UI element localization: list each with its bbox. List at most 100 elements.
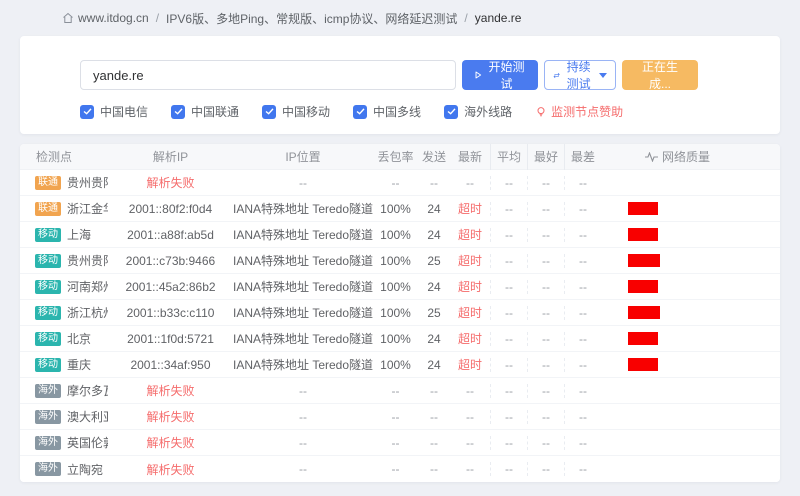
table-row: 移动 重庆 2001::34af:950 IANA特殊地址 Teredo隧道地址… xyxy=(20,352,780,378)
resolved-ip: 2001::a88f:ab5d xyxy=(108,228,233,242)
ip-location: IANA特殊地址 Teredo隧道地址 xyxy=(233,252,373,269)
best-latency: -- xyxy=(527,436,564,450)
ip-location: IANA特殊地址 Teredo隧道地址 xyxy=(233,278,373,295)
latest-latency: 超时 xyxy=(450,330,490,347)
table-row: 海外 澳大利亚悉尼 解析失败 -- -- -- -- -- -- -- xyxy=(20,404,780,430)
filter-china-multiline[interactable]: 中国多线 xyxy=(353,103,421,120)
carrier-badge: 联通 xyxy=(35,176,61,190)
header-latest: 最新 xyxy=(450,148,490,165)
node-cell: 海外 立陶宛 xyxy=(20,461,108,478)
filter-china-telecom[interactable]: 中国电信 xyxy=(80,103,148,120)
carrier-badge: 移动 xyxy=(35,280,61,294)
sent-count: -- xyxy=(418,410,450,424)
header-ip: 解析IP xyxy=(108,148,233,165)
node-city: 北京 xyxy=(67,330,91,347)
packet-loss: -- xyxy=(373,384,418,398)
check-icon xyxy=(171,105,185,119)
generating-label: 正在生成... xyxy=(634,58,686,92)
latest-latency: 超时 xyxy=(450,252,490,269)
node-city: 上海 xyxy=(67,226,91,243)
worst-latency: -- xyxy=(564,280,601,294)
node-city: 立陶宛 xyxy=(67,461,103,478)
node-city: 河南郑州 xyxy=(67,278,108,295)
table-body: 联通 贵州贵阳 解析失败 -- -- -- -- -- -- -- 联通 浙江金… xyxy=(20,170,780,482)
resolved-ip: 解析失败 xyxy=(108,382,233,399)
node-city: 英国伦敦 xyxy=(67,434,108,451)
packet-loss: 100% xyxy=(373,202,418,216)
line-filter-row: 中国电信 中国联通 中国移动 中国多线 xyxy=(80,103,720,120)
host-input[interactable] xyxy=(80,60,456,90)
quality-cell xyxy=(601,306,780,319)
node-city: 贵州贵阳 xyxy=(67,252,108,269)
latest-latency: -- xyxy=(450,462,490,476)
header-worst: 最差 xyxy=(564,144,601,170)
avg-latency: -- xyxy=(490,358,527,372)
ip-location: -- xyxy=(233,176,373,190)
node-cell: 移动 河南郑州 xyxy=(20,278,108,295)
worst-latency: -- xyxy=(564,254,601,268)
breadcrumb: www.itdog.cn / IPV6版、多地Ping、常规版、icmp协议、网… xyxy=(0,0,800,26)
ip-location: IANA特殊地址 Teredo隧道地址 xyxy=(233,356,373,373)
resolved-ip: 解析失败 xyxy=(108,408,233,425)
sent-count: 24 xyxy=(418,358,450,372)
node-cell: 移动 贵州贵阳 xyxy=(20,252,108,269)
ip-location: -- xyxy=(233,436,373,450)
worst-latency: -- xyxy=(564,436,601,450)
packet-loss: 100% xyxy=(373,280,418,294)
packet-loss: 100% xyxy=(373,358,418,372)
breadcrumb-path-link[interactable]: IPV6版、多地Ping、常规版、icmp协议、网络延迟测试 xyxy=(166,10,457,27)
table-header-row: 检测点 解析IP IP位置 丢包率 发送 最新 平均 最好 最差 网络质量 xyxy=(20,144,780,170)
table-row: 移动 上海 2001::a88f:ab5d IANA特殊地址 Teredo隧道地… xyxy=(20,222,780,248)
avg-latency: -- xyxy=(490,254,527,268)
best-latency: -- xyxy=(527,462,564,476)
ip-location: -- xyxy=(233,384,373,398)
latest-latency: 超时 xyxy=(450,200,490,217)
sent-count: -- xyxy=(418,462,450,476)
ip-location: IANA特殊地址 Teredo隧道地址 xyxy=(233,304,373,321)
breadcrumb-site-label: www.itdog.cn xyxy=(78,11,149,25)
breadcrumb-site-link[interactable]: www.itdog.cn xyxy=(62,11,149,25)
sponsor-node-link[interactable]: 监测节点赞助 xyxy=(535,103,623,120)
carrier-badge: 移动 xyxy=(35,306,61,320)
avg-latency: -- xyxy=(490,462,527,476)
avg-latency: -- xyxy=(490,436,527,450)
node-cell: 联通 贵州贵阳 xyxy=(20,174,108,191)
carrier-badge: 移动 xyxy=(35,332,61,346)
header-loss: 丢包率 xyxy=(373,148,418,165)
resolved-ip: 2001::c73b:9466 xyxy=(108,254,233,268)
sent-count: 25 xyxy=(418,306,450,320)
packet-loss: 100% xyxy=(373,306,418,320)
node-city: 浙江金华 xyxy=(67,200,108,217)
carrier-badge: 移动 xyxy=(35,254,61,268)
quality-cell xyxy=(601,332,780,345)
header-sent: 发送 xyxy=(418,148,450,165)
quality-bar xyxy=(628,202,658,215)
best-latency: -- xyxy=(527,228,564,242)
sent-count: 24 xyxy=(418,202,450,216)
filter-label: 海外线路 xyxy=(464,103,512,120)
avg-latency: -- xyxy=(490,280,527,294)
resolved-ip: 解析失败 xyxy=(108,434,233,451)
table-row: 联通 浙江金华 2001::80f2:f0d4 IANA特殊地址 Teredo隧… xyxy=(20,196,780,222)
filter-overseas[interactable]: 海外线路 xyxy=(444,103,512,120)
breadcrumb-separator: / xyxy=(464,11,467,25)
sent-count: 25 xyxy=(418,254,450,268)
node-cell: 移动 重庆 xyxy=(20,356,108,373)
worst-latency: -- xyxy=(564,462,601,476)
carrier-badge: 海外 xyxy=(35,384,61,398)
worst-latency: -- xyxy=(564,332,601,346)
start-test-button[interactable]: 开始测试 xyxy=(462,60,538,90)
node-city: 浙江杭州 xyxy=(67,304,108,321)
best-latency: -- xyxy=(527,280,564,294)
quality-cell xyxy=(601,228,780,241)
sent-count: 24 xyxy=(418,228,450,242)
filter-china-mobile[interactable]: 中国移动 xyxy=(262,103,330,120)
generating-button[interactable]: 正在生成... xyxy=(622,60,698,90)
filter-china-unicom[interactable]: 中国联通 xyxy=(171,103,239,120)
node-cell: 海外 摩尔多瓦 xyxy=(20,382,108,399)
worst-latency: -- xyxy=(564,384,601,398)
resolved-ip: 2001::80f2:f0d4 xyxy=(108,202,233,216)
latest-latency: 超时 xyxy=(450,356,490,373)
continuous-test-button[interactable]: 持续测试 xyxy=(544,60,616,90)
caret-down-icon xyxy=(599,73,607,78)
